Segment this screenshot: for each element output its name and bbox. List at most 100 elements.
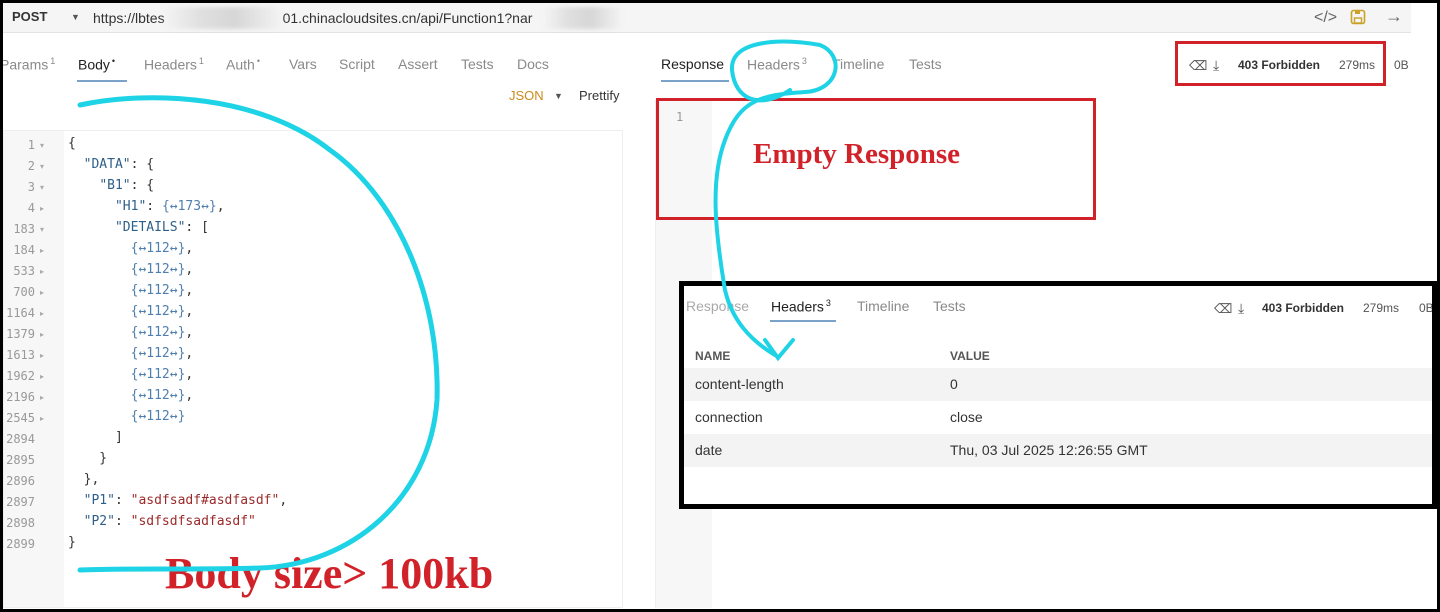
- code-line: {↔112↔},: [130, 241, 194, 256]
- empty-response-annotation: Empty Response: [753, 138, 961, 170]
- fold-open-icon[interactable]: ▾: [40, 162, 44, 171]
- line-number: 184: [13, 243, 35, 257]
- tab-vars[interactable]: Vars: [289, 56, 317, 72]
- line-number: 2: [27, 159, 35, 173]
- tab-docs[interactable]: Docs: [517, 56, 549, 72]
- tab-response[interactable]: Response: [661, 56, 724, 72]
- response-time: 279ms: [1363, 301, 1400, 315]
- code-icon[interactable]: </>: [1314, 9, 1337, 27]
- line-number: 2545: [6, 411, 35, 425]
- fold-open-icon[interactable]: ▾: [40, 141, 44, 150]
- code-line: }: [68, 535, 76, 550]
- line-number: 2895: [6, 453, 35, 467]
- line-number: 1164: [6, 306, 35, 320]
- tab-timeline[interactable]: Timeline: [832, 56, 884, 72]
- tab-body[interactable]: Body •: [78, 56, 115, 73]
- download-icon[interactable]: ⤓: [1238, 300, 1244, 317]
- line-number: 2898: [6, 516, 35, 530]
- body-mode-select[interactable]: JSON: [509, 88, 544, 103]
- fold-closed-icon[interactable]: ▸: [40, 288, 44, 297]
- header-name: connection: [695, 409, 763, 425]
- fold-open-icon[interactable]: ▾: [40, 183, 44, 192]
- tab-timeline[interactable]: Timeline: [857, 298, 909, 314]
- code-line: {↔112↔},: [130, 325, 194, 340]
- response-size: 0B: [1419, 301, 1434, 315]
- header-value: 0: [950, 376, 958, 392]
- redaction-blur: [543, 7, 623, 29]
- line-number: 1962: [6, 369, 35, 383]
- tab-response-headers[interactable]: Headers 3: [771, 298, 831, 315]
- line-number: 3: [27, 180, 35, 194]
- line-number: 2894: [6, 432, 35, 446]
- tab-script[interactable]: Script: [339, 56, 375, 72]
- tab-params[interactable]: Params 1: [0, 56, 55, 73]
- line-number: 533: [13, 264, 35, 278]
- status-code: 403 Forbidden: [1262, 301, 1345, 315]
- code-line: "DETAILS": [: [114, 220, 209, 235]
- code-line: },: [68, 472, 100, 487]
- status-highlight-box: [1175, 41, 1386, 86]
- line-number: 4: [27, 201, 35, 215]
- code-line: "P2": "sdfsdfsadfasdf": [83, 514, 256, 529]
- fold-open-icon[interactable]: ▾: [40, 225, 44, 234]
- fold-closed-icon[interactable]: ▸: [40, 351, 44, 360]
- tab-assert[interactable]: Assert: [398, 56, 438, 72]
- column-header-name: NAME: [695, 349, 731, 363]
- code-line: "P1": "asdfsadf#asdfasdf",: [83, 493, 288, 508]
- fold-closed-icon[interactable]: ▸: [40, 372, 44, 381]
- fold-closed-icon[interactable]: ▸: [40, 267, 44, 276]
- clear-icon[interactable]: ⌫: [1214, 301, 1232, 317]
- line-number: 2896: [6, 474, 35, 488]
- code-line: {: [68, 136, 76, 151]
- tab-auth[interactable]: Auth •: [226, 56, 260, 73]
- table-row: connection close: [684, 401, 1432, 434]
- prettify-button[interactable]: Prettify: [579, 88, 619, 103]
- active-tab-indicator: [77, 80, 127, 82]
- line-number: 1613: [6, 348, 35, 362]
- tab-response-tests[interactable]: Tests: [933, 298, 966, 314]
- header-name: content-length: [695, 376, 784, 392]
- column-header-value: VALUE: [950, 349, 990, 363]
- tab-response-headers[interactable]: Headers 3: [747, 56, 807, 73]
- chevron-down-icon[interactable]: ▼: [554, 91, 563, 101]
- code-line: {↔112↔}: [130, 409, 186, 424]
- body-size-annotation: Body size> 100kb: [165, 549, 494, 598]
- line-number: 2897: [6, 495, 35, 509]
- method-select[interactable]: POST: [12, 9, 47, 24]
- code-line: {↔112↔},: [130, 283, 194, 298]
- header-value: close: [950, 409, 983, 425]
- redaction-blur: [163, 7, 283, 29]
- code-line: "H1": {↔173↔},: [114, 199, 225, 214]
- line-number: 1379: [6, 327, 35, 341]
- code-line: "DATA": {: [83, 157, 155, 172]
- line-number: 183: [13, 222, 35, 236]
- tab-tests[interactable]: Tests: [461, 56, 494, 72]
- chevron-down-icon[interactable]: ▼: [71, 12, 80, 22]
- code-line: {↔112↔},: [130, 388, 194, 403]
- save-icon[interactable]: [1350, 9, 1366, 30]
- tab-response-tests[interactable]: Tests: [909, 56, 942, 72]
- tab-headers[interactable]: Headers 1: [144, 56, 204, 73]
- active-tab-indicator: [661, 80, 729, 82]
- code-line: "B1": {: [99, 178, 155, 193]
- line-number: 700: [13, 285, 35, 299]
- table-row: date Thu, 03 Jul 2025 12:26:55 GMT: [684, 434, 1432, 467]
- fold-closed-icon[interactable]: ▸: [40, 246, 44, 255]
- fold-closed-icon[interactable]: ▸: [40, 204, 44, 213]
- fold-closed-icon[interactable]: ▸: [40, 330, 44, 339]
- fold-closed-icon[interactable]: ▸: [40, 393, 44, 402]
- code-line: }: [68, 451, 108, 466]
- send-arrow-icon[interactable]: →: [1385, 6, 1403, 27]
- request-tabs: Params 1 Body • Headers 1 Auth • Vars Script…: [0, 52, 643, 84]
- table-row: content-length 0: [684, 368, 1432, 401]
- code-line: {↔112↔},: [130, 367, 194, 382]
- code-line: {↔112↔},: [130, 304, 194, 319]
- fold-closed-icon[interactable]: ▸: [40, 414, 44, 423]
- tab-response[interactable]: Response: [686, 298, 749, 314]
- active-tab-indicator: [770, 320, 836, 322]
- code-line: ]: [68, 430, 123, 445]
- fold-closed-icon[interactable]: ▸: [40, 309, 44, 318]
- line-number: 1: [27, 138, 35, 152]
- line-number: 2899: [6, 537, 35, 551]
- line-number: 2196: [6, 390, 35, 404]
